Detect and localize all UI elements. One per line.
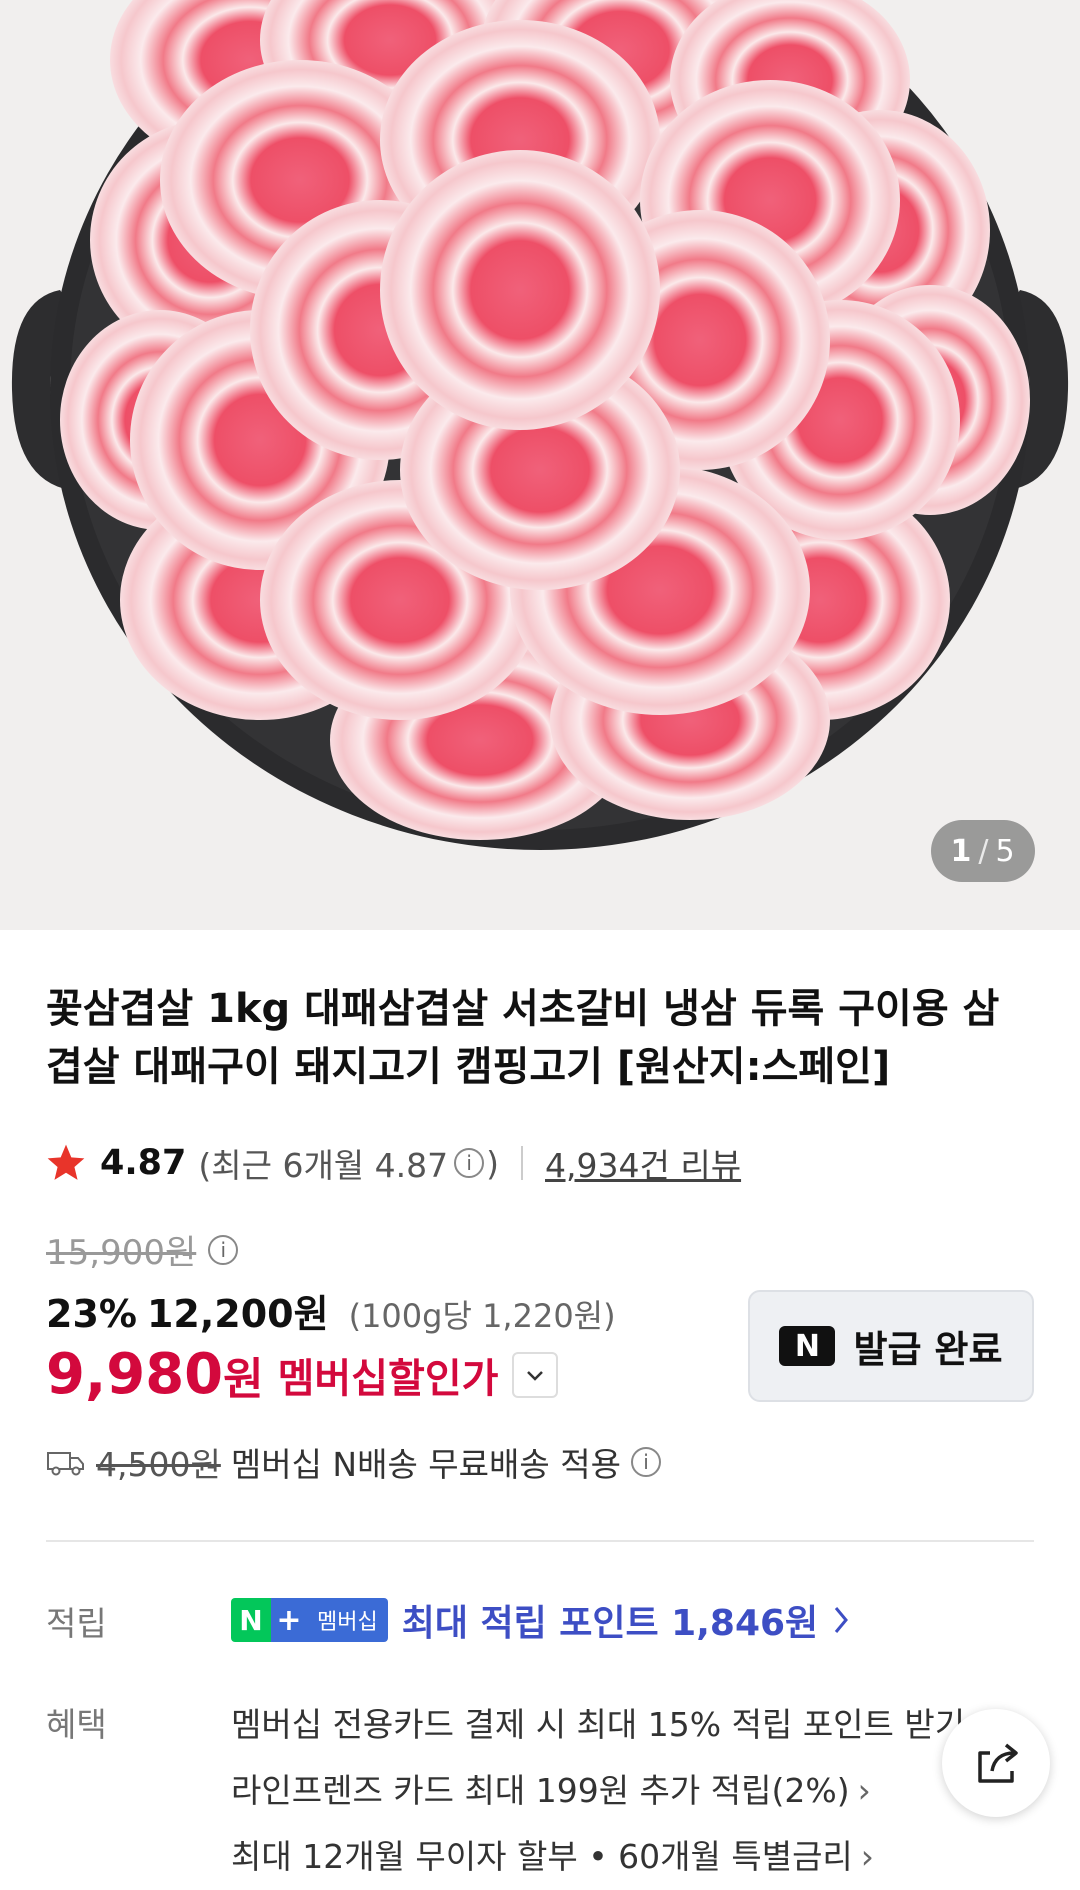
recent-rating-close: ) [486, 1143, 500, 1183]
recent-rating-text: (최근 6개월 4.87 [198, 1146, 449, 1185]
benefits-list: 멤버십 전용카드 결제 시 최대 15% 적립 포인트 받기› 라인프렌즈 카드… [231, 1692, 986, 1890]
benefit-text: 라인프렌즈 카드 최대 199원 추가 적립(2%) [231, 1771, 850, 1810]
coupon-issued-button[interactable]: N 발급 완료 [748, 1290, 1034, 1402]
chevron-right-icon: › [857, 1771, 871, 1810]
star-icon [47, 1144, 85, 1180]
chevron-right-icon: › [860, 1837, 874, 1876]
info-icon[interactable]: i [208, 1234, 239, 1265]
badge-n: N [231, 1598, 271, 1642]
member-price-won: 원 [223, 1353, 264, 1405]
benefit-item[interactable]: 라인프렌즈 카드 최대 199원 추가 적립(2%) › [231, 1758, 986, 1824]
image-counter-total: 5 [995, 833, 1016, 869]
divider [521, 1146, 524, 1180]
naver-logo-icon: N [779, 1326, 836, 1366]
share-icon [978, 1743, 1018, 1783]
benefit-item[interactable]: 최대 12개월 무이자 할부 • 60개월 특별금리 › [231, 1824, 986, 1890]
member-price-row: 9,980 원 멤버십할인가 [46, 1342, 559, 1407]
product-title: 꽃삼겹살 1kg 대패삼겹살 서초갈비 냉삼 듀록 구이용 삼겹살 대패구이 돼… [46, 986, 1000, 1090]
badge-membership: 멤버십 [307, 1598, 388, 1642]
discount-row: 23% 12,200원 (100g당 1,220원) [46, 1283, 616, 1338]
shipping-text: 멤버십 N배송 무료배송 적용 [230, 1445, 621, 1484]
benefit-text: 멤버십 전용카드 결제 시 최대 15% 적립 포인트 받기 [231, 1705, 966, 1744]
section-divider [46, 1540, 1034, 1542]
max-points-text: 최대 적립 포인트 1,846원 [401, 1603, 819, 1644]
chevron-down-icon [527, 1370, 544, 1381]
image-counter-current: 1 [950, 833, 973, 869]
original-price-row: 15,900원 i [46, 1225, 240, 1274]
reviews-link[interactable]: 4,934건 리뷰 [545, 1139, 741, 1187]
benefit-item[interactable]: 멤버십 전용카드 결제 시 최대 15% 적립 포인트 받기› [231, 1692, 986, 1758]
image-counter: 1 / 5 [931, 820, 1035, 882]
points-link[interactable]: N + 멤버십 최대 적립 포인트 1,846원 [231, 1594, 854, 1646]
badge-plus: + [271, 1598, 307, 1642]
product-image[interactable]: 1 / 5 [0, 0, 1080, 930]
benefit-text: 최대 12개월 무이자 할부 • 60개월 특별금리 [231, 1837, 853, 1876]
points-label: 적립 [46, 1604, 107, 1643]
chevron-right-icon [835, 1607, 849, 1633]
pork-belly-photo [11, 0, 1069, 850]
recent-rating: (최근 6개월 4.87 i ) [198, 1139, 499, 1187]
image-counter-separator: / [978, 833, 990, 869]
shipping-fee: 4,500원 [96, 1445, 221, 1484]
info-icon[interactable]: i [454, 1148, 485, 1178]
member-price: 9,980 [46, 1342, 224, 1407]
unit-price: (100g당 1,220원) [348, 1297, 616, 1335]
share-button[interactable] [942, 1709, 1050, 1817]
naver-plus-membership-badge: N + 멤버십 [231, 1598, 388, 1642]
discount-percent: 23% [46, 1292, 137, 1336]
info-icon[interactable]: i [630, 1447, 661, 1477]
shipping-row: 4,500원 멤버십 N배송 무료배송 적용 i [46, 1438, 663, 1486]
coupon-issued-label: 발급 완료 [853, 1328, 1003, 1371]
expand-button[interactable] [512, 1351, 559, 1398]
truck-icon [47, 1452, 84, 1476]
sale-price: 12,200원 [146, 1292, 329, 1336]
rating-score: 4.87 [100, 1143, 187, 1183]
member-price-label: 멤버십할인가 [277, 1355, 499, 1402]
benefits-label: 혜택 [46, 1705, 107, 1744]
rating-row: 4.87 (최근 6개월 4.87 i ) 4,934건 리뷰 [44, 1138, 741, 1188]
original-price: 15,900원 [46, 1233, 197, 1273]
